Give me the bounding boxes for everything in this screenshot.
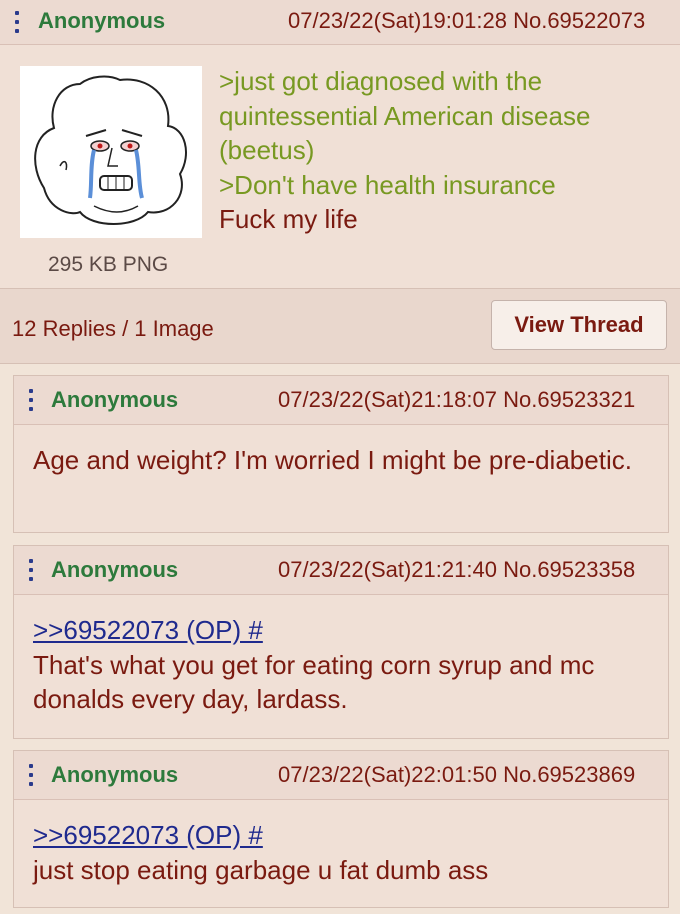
quote-link[interactable]: >>69522073 (OP) # [33, 613, 653, 648]
op-post-header: Anonymous 07/23/22(Sat)19:01:28 No.69522… [0, 0, 680, 45]
op-post: Anonymous 07/23/22(Sat)19:01:28 No.69522… [0, 0, 680, 364]
post-number[interactable]: No.69522073 [513, 8, 645, 33]
post-menu-icon[interactable] [28, 559, 34, 581]
post-number[interactable]: No.69523869 [503, 762, 635, 787]
post-datetime: 07/23/22(Sat)22:01:50 [278, 762, 497, 787]
poster-name: Anonymous [51, 762, 179, 787]
post-datetime: 07/23/22(Sat)21:21:40 [278, 557, 497, 582]
reply-post: Anonymous 07/23/22(Sat)22:01:50 No.69523… [13, 750, 669, 908]
reply-header: Anonymous 07/23/22(Sat)22:01:50 No.69523… [14, 751, 668, 800]
post-meta: 07/23/22(Sat)22:01:50 No.69523869 [278, 763, 635, 787]
thread-footer: 12 Replies / 1 Image View Thread [0, 288, 680, 363]
greentext-line: >just got diagnosed with the quintessent… [219, 66, 591, 165]
reply-header: Anonymous 07/23/22(Sat)21:18:07 No.69523… [14, 376, 668, 425]
post-menu-icon[interactable] [14, 11, 20, 33]
post-number[interactable]: No.69523358 [503, 557, 635, 582]
reply-post: Anonymous 07/23/22(Sat)21:21:40 No.69523… [13, 545, 669, 739]
reply-text: That's what you get for eating corn syru… [33, 649, 595, 715]
greentext-line: >Don't have health insurance [219, 169, 556, 200]
quote-link[interactable]: >>69522073 (OP) # [33, 818, 653, 853]
poster-name: Anonymous [51, 557, 179, 582]
reply-post: Anonymous 07/23/22(Sat)21:18:07 No.69523… [13, 375, 669, 533]
post-image-thumbnail[interactable] [20, 66, 202, 238]
view-thread-button[interactable]: View Thread [491, 300, 667, 350]
reply-body: >>69522073 (OP) # just stop eating garba… [33, 818, 653, 887]
body-line: Fuck my life [219, 204, 358, 234]
reply-text: just stop eating garbage u fat dumb ass [33, 854, 489, 885]
post-meta: 07/23/22(Sat)21:21:40 No.69523358 [278, 558, 635, 582]
post-datetime: 07/23/22(Sat)21:18:07 [278, 387, 497, 412]
post-meta: 07/23/22(Sat)21:18:07 No.69523321 [278, 388, 635, 412]
post-menu-icon[interactable] [28, 764, 34, 786]
post-number[interactable]: No.69523321 [503, 387, 635, 412]
post-menu-icon[interactable] [28, 389, 34, 411]
file-info: 295 KB PNG [48, 253, 169, 276]
poster-name: Anonymous [51, 387, 179, 412]
reply-header: Anonymous 07/23/22(Sat)21:21:40 No.69523… [14, 546, 668, 595]
reply-body: >>69522073 (OP) # That's what you get fo… [33, 613, 653, 717]
post-datetime: 07/23/22(Sat)19:01:28 [288, 8, 507, 33]
post-meta: 07/23/22(Sat)19:01:28 No.69522073 [288, 9, 645, 33]
poster-name: Anonymous [38, 8, 166, 33]
crying-wojak-drawing [20, 66, 202, 238]
replies-summary: 12 Replies / 1 Image [12, 316, 214, 341]
op-post-body: >just got diagnosed with the quintessent… [219, 64, 659, 237]
reply-body: Age and weight? I'm worried I might be p… [33, 445, 632, 475]
